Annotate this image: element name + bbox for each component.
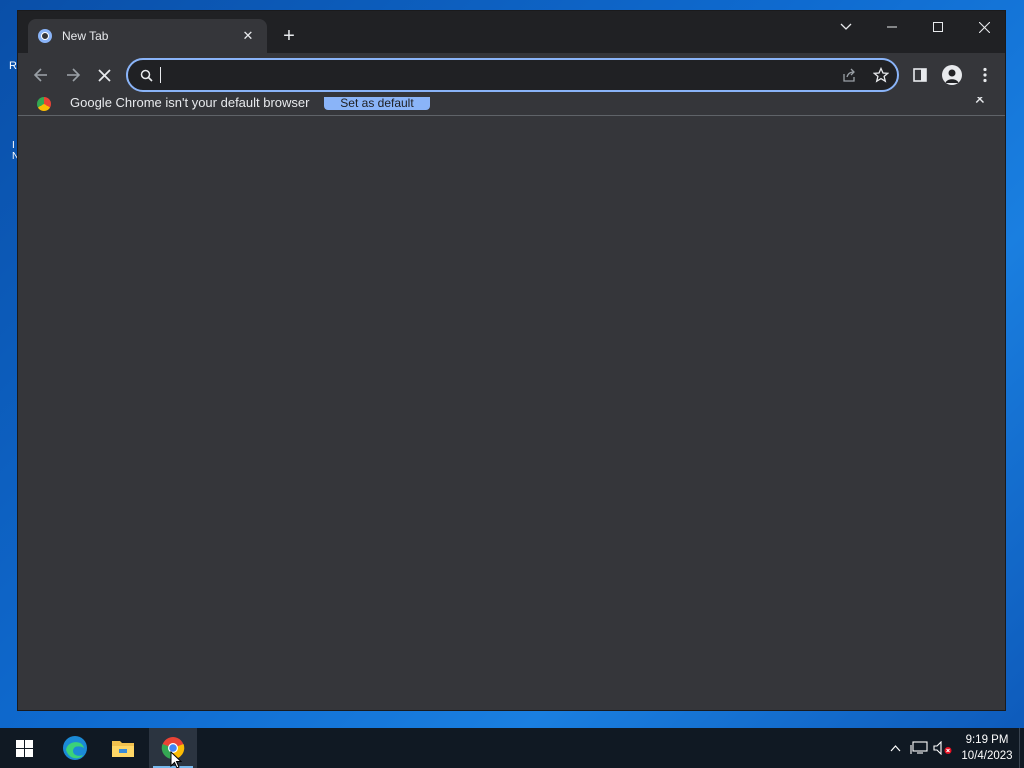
set-as-default-button[interactable]: Set as default — [324, 97, 430, 110]
infobar-message: Google Chrome isn't your default browser — [70, 97, 310, 110]
stop-loading-button[interactable] — [92, 63, 116, 87]
taskbar-file-explorer[interactable] — [99, 728, 147, 768]
maximize-icon — [933, 22, 943, 32]
file-explorer-icon — [112, 741, 134, 757]
minimize-button[interactable] — [869, 11, 915, 43]
taskbar-edge[interactable] — [51, 728, 99, 768]
chevron-down-icon — [840, 23, 852, 30]
side-panel-button[interactable] — [908, 63, 932, 87]
system-clock[interactable]: 9:19 PM 10/4/2023 — [956, 732, 1018, 764]
new-tab-favicon-icon — [38, 29, 52, 43]
windows-start-icon — [15, 739, 33, 757]
infobar-close-icon[interactable]: ✕ — [974, 97, 986, 108]
side-panel-icon — [913, 68, 927, 82]
tab-search-button[interactable] — [823, 11, 869, 43]
stop-loading-icon — [97, 68, 111, 82]
bookmark-star-button[interactable] — [865, 61, 897, 89]
back-button[interactable] — [29, 63, 53, 87]
edge-icon — [63, 736, 87, 760]
address-input[interactable] — [161, 63, 833, 87]
network-button[interactable] — [908, 728, 930, 768]
forward-arrow-icon — [67, 68, 81, 82]
chrome-logo-icon — [37, 97, 51, 111]
chrome-window: New Tab ✕ + Google Chrome isn't your def… — [17, 10, 1006, 711]
default-browser-infobar: Google Chrome isn't your default browser… — [18, 97, 1005, 116]
chevron-up-icon — [890, 744, 900, 751]
search-icon — [138, 67, 154, 83]
forward-button[interactable] — [61, 63, 85, 87]
browser-toolbar — [18, 53, 1005, 97]
back-arrow-icon — [33, 68, 47, 82]
clock-time: 9:19 PM — [965, 734, 1009, 746]
profile-icon — [942, 65, 962, 85]
kebab-menu-icon — [983, 67, 987, 83]
volume-button[interactable] — [932, 728, 954, 768]
star-icon — [873, 67, 889, 83]
title-bar: New Tab ✕ + — [18, 11, 1005, 53]
desktop-icon-fragment: R — [9, 60, 17, 72]
minimize-icon — [887, 26, 897, 28]
close-icon — [978, 21, 990, 33]
clock-date: 10/4/2023 — [961, 750, 1013, 762]
share-icon — [843, 68, 855, 82]
taskbar: 9:19 PM 10/4/2023 — [0, 728, 1024, 768]
close-window-button[interactable] — [961, 11, 1007, 43]
chrome-menu-button[interactable] — [973, 63, 997, 87]
mouse-cursor-icon — [170, 751, 182, 768]
network-icon — [910, 741, 928, 754]
address-bar[interactable] — [126, 58, 899, 92]
show-desktop-button[interactable] — [1019, 728, 1024, 768]
share-button[interactable] — [833, 61, 865, 89]
start-button[interactable] — [0, 728, 48, 768]
profile-button[interactable] — [940, 63, 964, 87]
page-content — [18, 117, 1005, 710]
tab-title: New Tab — [62, 29, 109, 43]
volume-muted-icon — [933, 741, 952, 755]
maximize-button[interactable] — [915, 11, 961, 43]
tab-close-icon[interactable]: ✕ — [239, 28, 257, 44]
new-tab-button[interactable]: + — [277, 24, 301, 48]
tab-new-tab[interactable]: New Tab ✕ — [28, 19, 267, 53]
show-hidden-icons-button[interactable] — [885, 728, 905, 768]
